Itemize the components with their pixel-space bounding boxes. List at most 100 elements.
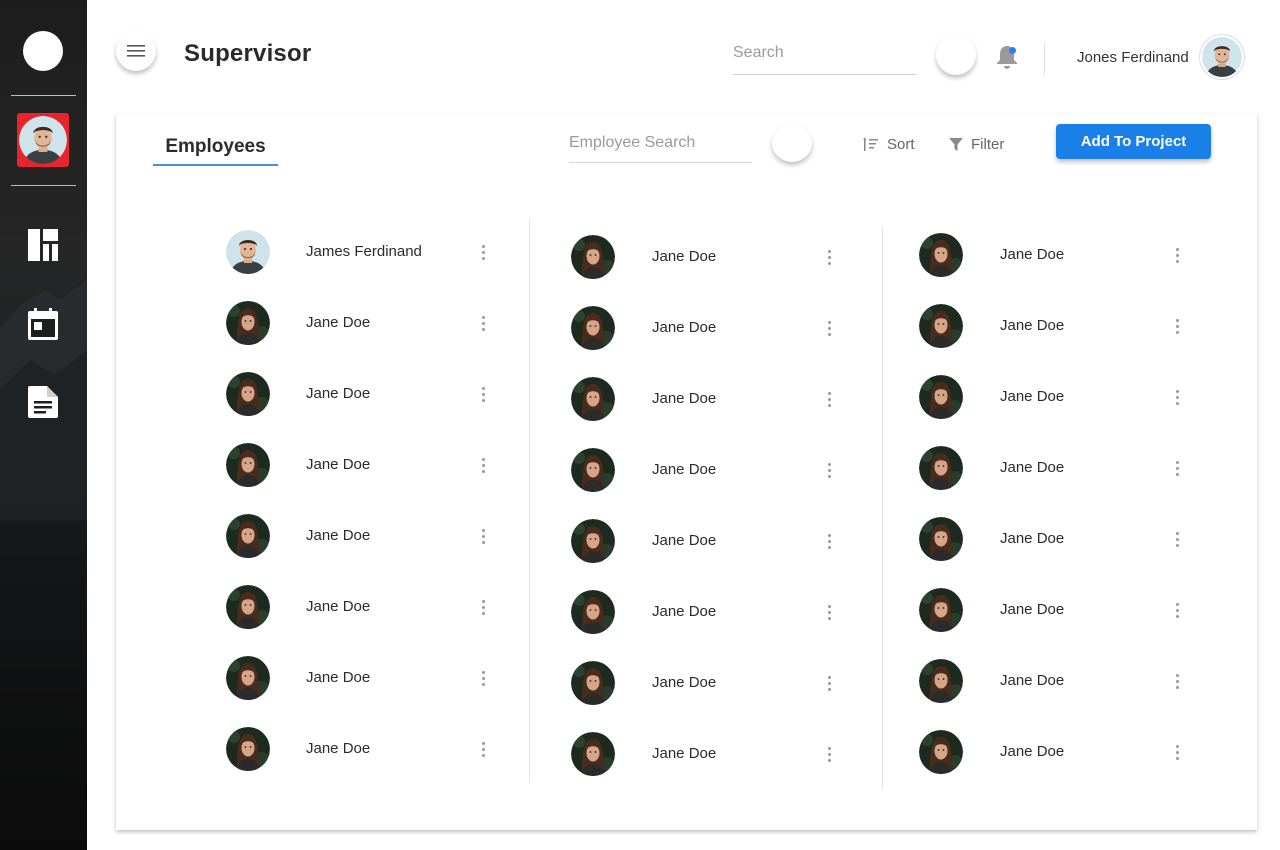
more-options-icon[interactable] [478,383,488,405]
employee-row[interactable]: Jane Doe [571,661,836,705]
employee-name: Jane Doe [1000,601,1065,618]
employee-row[interactable]: Jane Doe [919,517,1184,561]
column-divider [882,226,883,790]
female-avatar-icon [226,443,270,487]
more-options-icon[interactable] [824,743,834,765]
female-avatar-icon [226,656,270,700]
female-avatar-icon [571,377,615,421]
employee-row[interactable]: Jane Doe [919,588,1184,632]
more-options-icon[interactable] [824,317,834,339]
more-options-icon[interactable] [1172,244,1182,266]
employee-name: Jane Doe [306,669,371,686]
more-options-icon[interactable] [478,596,488,618]
more-options-icon[interactable] [824,672,834,694]
employee-row[interactable]: Jane Doe [226,514,490,558]
more-options-icon[interactable] [1172,315,1182,337]
more-options-icon[interactable] [1172,386,1182,408]
employee-row[interactable]: Jane Doe [919,659,1184,703]
more-options-icon[interactable] [1172,741,1182,763]
female-avatar-icon [226,585,270,629]
employee-row[interactable]: Jane Doe [919,375,1184,419]
employee-name: Jane Doe [1000,672,1065,689]
filter-button[interactable]: Filter [949,136,1004,153]
employee-row[interactable]: Jane Doe [226,727,490,771]
male-avatar-icon [1202,37,1242,77]
employee-name: Jane Doe [1000,317,1065,334]
employee-search-button[interactable] [772,124,812,162]
header-divider [1044,43,1045,75]
more-options-icon[interactable] [478,241,488,263]
female-avatar-icon [226,301,270,345]
female-avatar-icon [919,233,963,277]
more-options-icon[interactable] [1172,528,1182,550]
sidebar-divider [11,95,76,96]
sort-label: Sort [887,136,915,153]
more-options-icon[interactable] [824,246,834,268]
more-options-icon[interactable] [824,388,834,410]
app-logo[interactable] [23,31,63,71]
employee-row[interactable]: Jane Doe [571,306,836,350]
employee-name: Jane Doe [1000,743,1065,760]
employee-row[interactable]: Jane Doe [571,377,836,421]
female-avatar-icon [571,519,615,563]
calendar-icon[interactable] [27,308,59,340]
female-avatar-icon [571,661,615,705]
employee-name: Jane Doe [652,461,717,478]
more-options-icon[interactable] [824,601,834,623]
employee-row[interactable]: Jane Doe [571,732,836,776]
female-avatar-icon [571,448,615,492]
search-input[interactable] [733,40,916,62]
more-options-icon[interactable] [478,738,488,760]
employee-row[interactable]: Jane Doe [919,233,1184,277]
female-avatar-icon [919,446,963,490]
employee-row[interactable]: Jane Doe [226,301,490,345]
filter-icon [949,137,963,151]
add-to-project-button[interactable]: Add To Project [1056,124,1211,159]
employee-row[interactable]: Jane Doe [919,446,1184,490]
employee-row[interactable]: Jane Doe [571,590,836,634]
sidebar-divider [11,185,76,186]
more-options-icon[interactable] [1172,670,1182,692]
employee-row[interactable]: Jane Doe [226,443,490,487]
search-button[interactable] [936,35,976,75]
female-avatar-icon [571,235,615,279]
employee-row[interactable]: Jane Doe [226,585,490,629]
menu-button[interactable] [116,31,156,71]
employee-name: Jane Doe [306,314,371,331]
female-avatar-icon [226,372,270,416]
more-options-icon[interactable] [1172,457,1182,479]
employee-row[interactable]: Jane Doe [571,448,836,492]
employee-row[interactable]: Jane Doe [919,730,1184,774]
employee-name: James Ferdinand [306,243,422,260]
tab-employees[interactable]: Employees [153,134,278,166]
user-avatar[interactable] [1199,34,1245,80]
more-options-icon[interactable] [824,459,834,481]
employee-name: Jane Doe [306,456,371,473]
employee-row[interactable]: Jane Doe [226,656,490,700]
more-options-icon[interactable] [1172,599,1182,621]
sort-button[interactable]: Sort [863,136,915,153]
employee-row[interactable]: Jane Doe [571,235,836,279]
more-options-icon[interactable] [824,530,834,552]
employee-name: Jane Doe [652,248,717,265]
filter-label: Filter [971,136,1005,153]
employee-name: Jane Doe [306,385,371,402]
dashboard-icon[interactable] [27,229,59,261]
more-options-icon[interactable] [478,667,488,689]
sidebar-profile-avatar[interactable] [17,113,69,167]
employee-row[interactable]: Jane Doe [226,372,490,416]
employee-row[interactable]: Jane Doe [571,519,836,563]
document-icon[interactable] [27,386,59,418]
employee-row[interactable]: James Ferdinand [226,230,490,274]
more-options-icon[interactable] [478,454,488,476]
more-options-icon[interactable] [478,312,488,334]
employees-card: Employees Sort Filter Add To Project Jam… [116,114,1257,830]
more-options-icon[interactable] [478,525,488,547]
male-avatar-icon [19,116,67,164]
hamburger-icon [127,45,145,57]
employee-row[interactable]: Jane Doe [919,304,1184,348]
female-avatar-icon [919,304,963,348]
employee-name: Jane Doe [1000,388,1065,405]
female-avatar-icon [919,375,963,419]
employee-search-input[interactable] [569,131,752,152]
